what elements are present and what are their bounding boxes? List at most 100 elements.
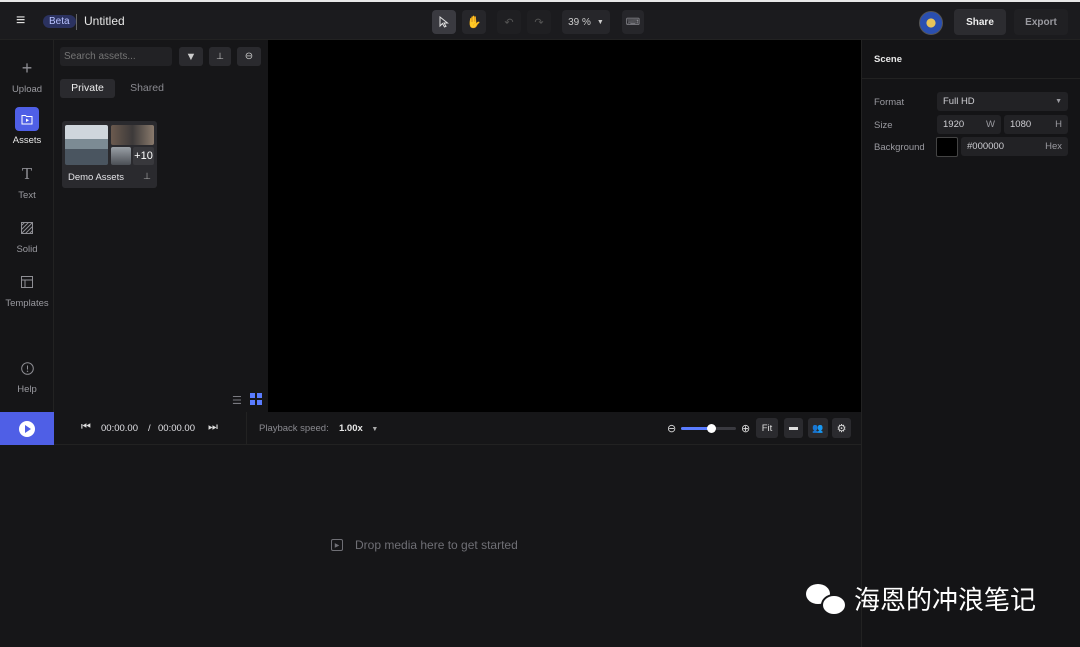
assets-panel: ▼ ⊥ ⊖ Private Shared +10 Demo Assets ⊥ ☰ xyxy=(54,40,268,412)
fit-button[interactable]: Fit xyxy=(756,418,778,438)
zoom-out-icon[interactable]: ⊖ xyxy=(667,422,676,435)
text-icon: T xyxy=(21,165,32,183)
scene-title: Scene xyxy=(874,54,902,65)
rail-item-text[interactable]: T Text xyxy=(0,162,54,201)
folder-play-icon xyxy=(15,107,39,131)
folder-thumbnail xyxy=(111,147,131,165)
gear-icon: ⚙ xyxy=(836,422,847,435)
keyboard-shortcuts-button[interactable]: ⌨ xyxy=(622,10,644,34)
rail-item-assets[interactable]: Assets xyxy=(0,107,54,146)
folder-thumbnail xyxy=(111,125,154,145)
scene-panel: Scene Format Full HD ▼ Size 1920 W 1080 … xyxy=(861,40,1080,647)
format-label: Format xyxy=(874,97,905,108)
rail-label-help: Help xyxy=(17,384,37,395)
search-input[interactable] xyxy=(60,47,172,66)
divider xyxy=(862,78,1080,79)
tab-private[interactable]: Private xyxy=(60,79,115,98)
top-bar: ≡ Beta Untitled ✋ ↶ ↷ 39 % ▼ ⌨ Share Exp… xyxy=(0,0,1080,40)
folder-card-demo-assets[interactable]: +10 Demo Assets ⊥ xyxy=(62,121,157,188)
plus-icon: + xyxy=(21,57,33,78)
filter-icon: ▼ xyxy=(185,50,197,63)
watermark-text: 海恩的冲浪笔记 xyxy=(854,586,1037,616)
hex-suffix: Hex xyxy=(1045,141,1062,152)
hand-tool-button[interactable]: ✋ xyxy=(462,10,486,34)
skip-start-icon[interactable]: ⏮ xyxy=(81,421,91,434)
size-label: Size xyxy=(874,120,893,131)
redo-icon: ↷ xyxy=(534,16,544,29)
more-circle-icon: ⊖ xyxy=(244,51,254,62)
left-rail: + Upload Assets T Text Solid Templates H… xyxy=(0,40,54,412)
zoom-dropdown[interactable]: 39 % ▼ xyxy=(562,10,610,34)
zoom-value: 39 % xyxy=(568,16,591,28)
drop-zone-text: Drop media here to get started xyxy=(355,538,518,552)
beta-badge: Beta xyxy=(43,15,76,28)
play-button[interactable] xyxy=(0,412,54,445)
zoom-in-icon[interactable]: ⊕ xyxy=(741,422,750,435)
current-time: 00:00.00 xyxy=(101,423,138,434)
timeline-zoom-slider[interactable] xyxy=(681,424,736,433)
pointer-icon xyxy=(439,16,449,28)
filter-button[interactable]: ▼ xyxy=(179,47,203,66)
rail-item-templates[interactable]: Templates xyxy=(0,270,54,309)
pin-icon[interactable]: ⊥ xyxy=(143,171,151,182)
zoom-slider-handle[interactable] xyxy=(707,424,717,433)
rail-label-upload: Upload xyxy=(11,84,43,95)
rail-label-text: Text xyxy=(18,190,36,201)
solid-pattern-icon xyxy=(15,216,39,240)
pin-icon: ⊥ xyxy=(216,51,224,61)
hand-icon: ✋ xyxy=(466,15,482,29)
background-label: Background xyxy=(874,142,925,153)
template-layout-icon xyxy=(15,270,39,294)
watermark: 海恩的冲浪笔记 xyxy=(806,580,1036,617)
settings-button[interactable]: ⚙ xyxy=(832,418,851,438)
chevron-down-icon: ▼ xyxy=(371,426,379,433)
height-value: 1080 xyxy=(1010,119,1032,130)
document-title[interactable]: Untitled xyxy=(84,14,125,28)
title-separator xyxy=(76,14,77,30)
redo-button[interactable]: ↷ xyxy=(527,10,551,34)
rail-item-upload[interactable]: + Upload xyxy=(0,56,54,96)
undo-button[interactable]: ↶ xyxy=(497,10,521,34)
time-separator: / xyxy=(148,423,151,434)
wechat-icon xyxy=(806,583,847,616)
drop-zone-hint: ▶ Drop media here to get started xyxy=(331,538,518,552)
menu-icon[interactable]: ≡ xyxy=(16,13,32,29)
people-icon: 👥 xyxy=(812,422,824,433)
skip-end-icon[interactable]: ⏭ xyxy=(208,421,218,434)
width-suffix: W xyxy=(986,119,995,130)
rail-item-help[interactable]: Help xyxy=(0,356,54,395)
rail-label-assets: Assets xyxy=(12,135,42,146)
height-suffix: H xyxy=(1055,119,1062,130)
help-icon xyxy=(15,356,39,380)
total-time: 00:00.00 xyxy=(158,423,195,434)
export-button[interactable]: Export xyxy=(1014,9,1068,35)
avatar[interactable] xyxy=(919,11,943,35)
tab-shared[interactable]: Shared xyxy=(122,79,172,98)
undo-icon: ↶ xyxy=(504,16,514,29)
more-count-badge: +10 xyxy=(133,147,154,165)
playback-speed-dropdown[interactable]: 1.00x ▼ xyxy=(339,423,378,434)
more-options-button[interactable]: ⊖ xyxy=(237,47,261,66)
collapse-track-button[interactable] xyxy=(784,418,803,438)
grid-view-icon[interactable] xyxy=(250,393,262,405)
timeline-area[interactable]: ▶ Drop media here to get started xyxy=(0,445,861,647)
transport-bar: ⏮ 00:00.00 / 00:00.00 ⏭ Playback speed: … xyxy=(0,412,861,445)
folder-name: Demo Assets xyxy=(68,172,124,183)
share-button[interactable]: Share xyxy=(954,9,1006,35)
playback-speed-value: 1.00x xyxy=(339,423,363,434)
background-color-swatch[interactable] xyxy=(936,137,958,157)
chevron-down-icon: ▼ xyxy=(1055,98,1062,105)
width-input[interactable]: 1920 W xyxy=(937,115,1001,134)
rail-item-solid[interactable]: Solid xyxy=(0,216,54,255)
width-value: 1920 xyxy=(943,119,965,130)
list-view-icon[interactable]: ☰ xyxy=(232,394,242,407)
playback-speed-label: Playback speed: xyxy=(259,423,329,434)
divider xyxy=(246,412,247,445)
pin-filter-button[interactable]: ⊥ xyxy=(209,47,231,66)
height-input[interactable]: 1080 H xyxy=(1004,115,1068,134)
background-hex-input[interactable]: #000000 Hex xyxy=(961,137,1068,156)
people-button[interactable]: 👥 xyxy=(808,418,828,438)
pointer-tool-button[interactable] xyxy=(432,10,456,34)
preview-canvas[interactable] xyxy=(268,40,861,412)
format-select[interactable]: Full HD ▼ xyxy=(937,92,1068,111)
